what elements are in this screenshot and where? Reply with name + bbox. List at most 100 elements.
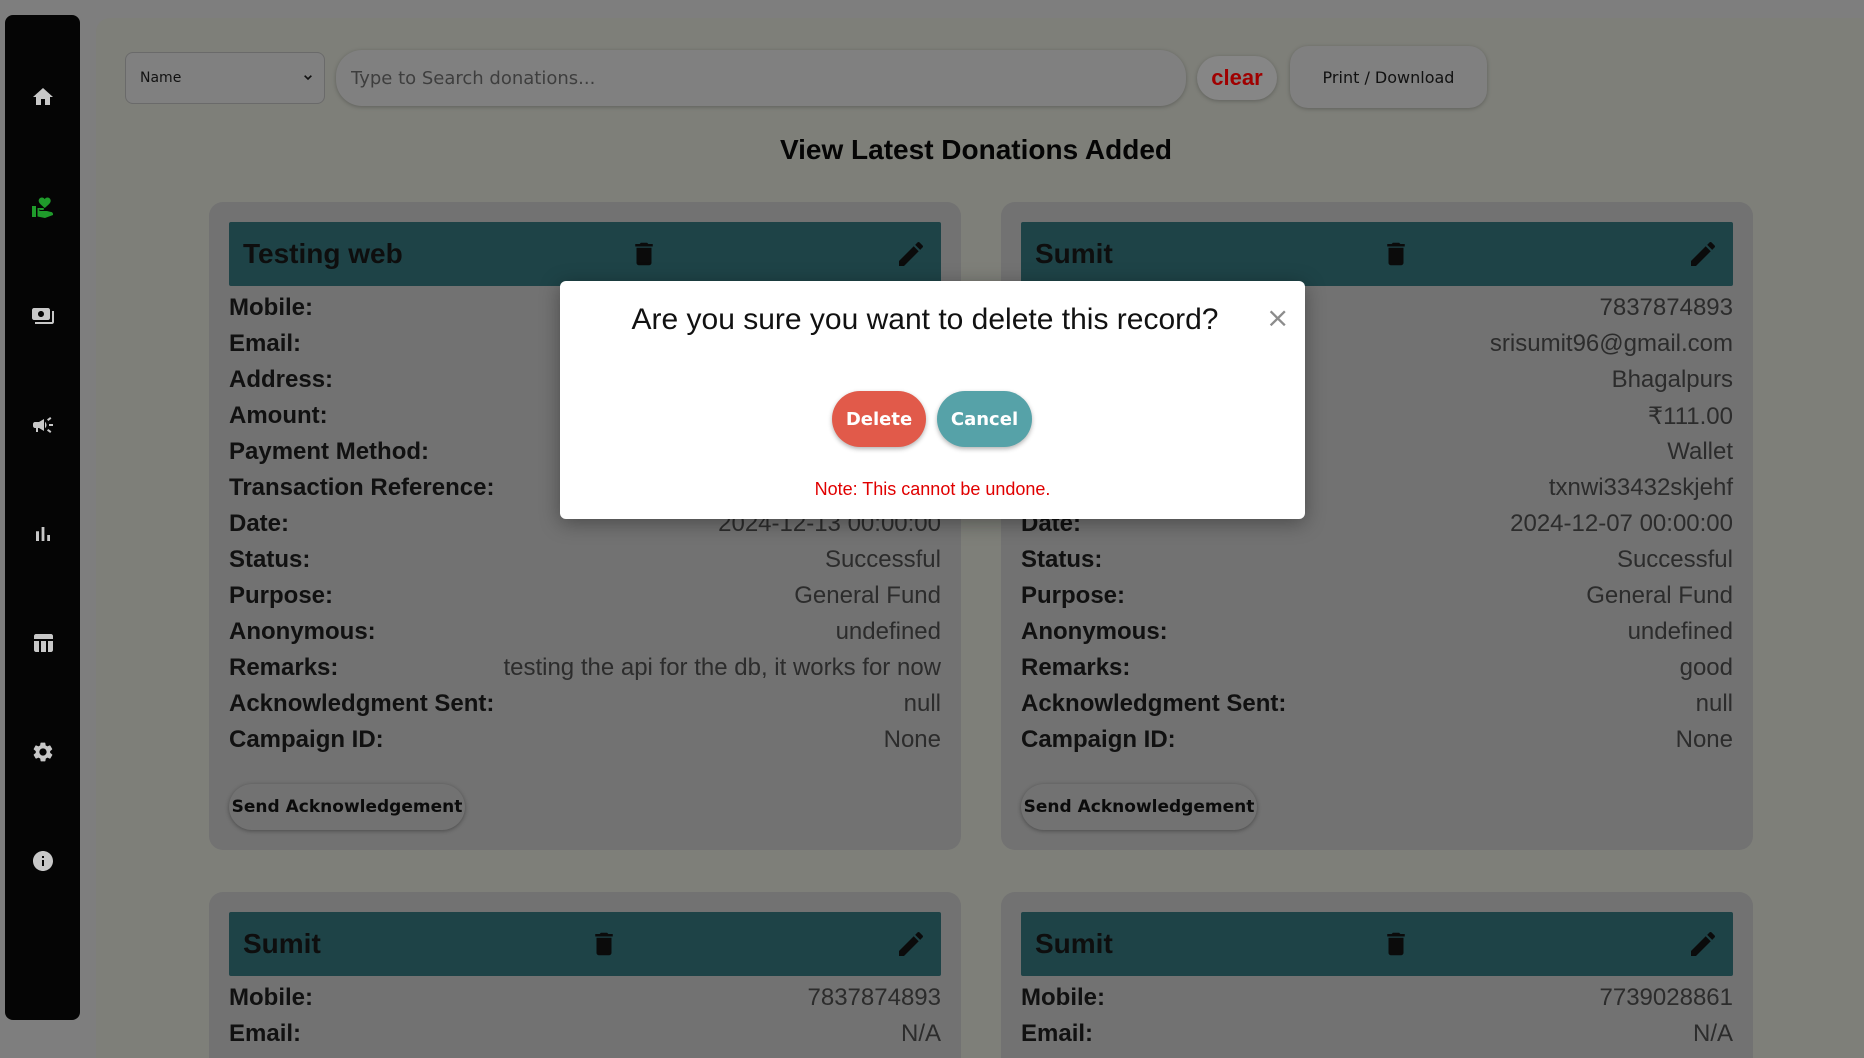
field-label: Status: xyxy=(1021,546,1103,573)
cancel-button[interactable]: Cancel xyxy=(937,391,1032,447)
field-label: Mobile: xyxy=(1021,984,1105,1011)
pencil-icon[interactable] xyxy=(1687,238,1719,270)
card-header: Testing web xyxy=(229,222,941,286)
field-value: undefined xyxy=(1627,618,1733,645)
search-filter-select[interactable]: Name xyxy=(125,52,325,104)
home-icon[interactable] xyxy=(5,77,80,117)
gear-icon[interactable] xyxy=(5,732,80,772)
payments-icon[interactable] xyxy=(5,296,80,336)
field-label: Anonymous: xyxy=(229,618,376,645)
field-value: 2024-12-07 00:00:00 xyxy=(1510,510,1733,537)
field-label: Remarks: xyxy=(1021,654,1131,681)
field-campaign-id: Campaign ID: None xyxy=(1021,722,1733,758)
field-value: ₹111.00 xyxy=(1647,402,1733,430)
field-value: General Fund xyxy=(794,582,941,609)
field-label: Remarks: xyxy=(229,654,339,681)
field-value: good xyxy=(1679,654,1733,681)
chevron-down-icon xyxy=(304,75,312,81)
field-label: Amount: xyxy=(229,402,328,429)
field-label: Campaign ID: xyxy=(229,726,384,753)
field-label: Email: xyxy=(229,330,302,357)
print-download-button[interactable]: Print / Download xyxy=(1290,46,1487,108)
field-value: N/A xyxy=(1692,1020,1733,1047)
delete-confirm-modal: Are you sure you want to delete this rec… xyxy=(560,281,1305,519)
field-value: None xyxy=(1675,726,1733,753)
card-header: Sumit xyxy=(1021,912,1733,976)
field-value: srisumit96@gmail.com xyxy=(1489,330,1733,357)
field-value: 7837874893 xyxy=(807,984,941,1011)
field-label: Email: xyxy=(229,1020,302,1047)
field-value: null xyxy=(903,690,941,717)
pencil-icon[interactable] xyxy=(895,928,927,960)
field-anonymous: Anonymous: undefined xyxy=(1021,614,1733,650)
field-value: 7739028861 xyxy=(1599,984,1733,1011)
field-email: Email: N/A xyxy=(1021,1016,1733,1052)
table-icon[interactable] xyxy=(5,623,80,663)
page-title: View Latest Donations Added xyxy=(779,134,1173,165)
field-purpose: Purpose: General Fund xyxy=(229,578,941,614)
field-value: testing the api for the db, it works for… xyxy=(503,654,941,681)
search-input[interactable] xyxy=(336,50,1186,106)
field-value: General Fund xyxy=(1586,582,1733,609)
field-label: Date: xyxy=(229,510,290,537)
close-icon[interactable]: × xyxy=(1266,301,1289,334)
field-value: Wallet xyxy=(1667,438,1733,465)
field-value: txnwi33432skjehf xyxy=(1548,474,1733,501)
donation-card: Sumit Mobile: 7739028861 Email: N/A xyxy=(1001,892,1753,1058)
field-status: Status: Successful xyxy=(229,542,941,578)
info-icon[interactable] xyxy=(5,841,80,881)
field-label: Anonymous: xyxy=(1021,618,1168,645)
field-remarks: Remarks: good xyxy=(1021,650,1733,686)
clear-button[interactable]: clear xyxy=(1197,56,1277,100)
donor-name: Sumit xyxy=(1035,928,1113,959)
field-value: Bhagalpurs xyxy=(1611,366,1733,393)
field-value: Successful xyxy=(824,546,941,573)
delete-button[interactable]: Delete xyxy=(832,391,926,447)
field-email: Email: N/A xyxy=(229,1016,941,1052)
field-label: Payment Method: xyxy=(229,438,430,465)
donor-name: Testing web xyxy=(243,238,403,269)
field-label: Address: xyxy=(229,366,334,393)
card-header: Sumit xyxy=(229,912,941,976)
campaign-icon[interactable] xyxy=(5,405,80,445)
field-value: undefined xyxy=(835,618,941,645)
modal-title: Are you sure you want to delete this rec… xyxy=(631,303,1219,336)
pencil-icon[interactable] xyxy=(895,238,927,270)
field-anonymous: Anonymous: undefined xyxy=(229,614,941,650)
trash-icon[interactable] xyxy=(1381,928,1411,960)
send-acknowledgement-button[interactable]: Send Acknowledgement xyxy=(1021,784,1257,830)
field-ack-sent: Acknowledgment Sent: null xyxy=(229,686,941,722)
trash-icon[interactable] xyxy=(629,238,659,270)
search-filter-value: Name xyxy=(140,70,182,86)
field-purpose: Purpose: General Fund xyxy=(1021,578,1733,614)
card-header: Sumit xyxy=(1021,222,1733,286)
field-value: N/A xyxy=(900,1020,941,1047)
donor-name: Sumit xyxy=(1035,238,1113,269)
bar-chart-icon[interactable] xyxy=(5,514,80,554)
field-label: Transaction Reference: xyxy=(229,474,495,501)
donor-name: Sumit xyxy=(243,928,321,959)
send-acknowledgement-button[interactable]: Send Acknowledgement xyxy=(229,784,465,830)
field-label: Campaign ID: xyxy=(1021,726,1176,753)
field-label: Mobile: xyxy=(229,984,313,1011)
field-value: Successful xyxy=(1616,546,1733,573)
donate-icon[interactable] xyxy=(5,187,80,227)
field-value: null xyxy=(1695,690,1733,717)
field-mobile: Mobile: 7837874893 xyxy=(229,980,941,1016)
donation-card: Sumit Mobile: 7837874893 Email: N/A xyxy=(209,892,961,1058)
field-status: Status: Successful xyxy=(1021,542,1733,578)
field-mobile: Mobile: 7739028861 xyxy=(1021,980,1733,1016)
field-remarks: Remarks: testing the api for the db, it w… xyxy=(229,650,941,686)
field-ack-sent: Acknowledgment Sent: null xyxy=(1021,686,1733,722)
field-label: Acknowledgment Sent: xyxy=(1021,690,1287,717)
field-label: Mobile: xyxy=(229,294,313,321)
pencil-icon[interactable] xyxy=(1687,928,1719,960)
trash-icon[interactable] xyxy=(1381,238,1411,270)
field-value: None xyxy=(883,726,941,753)
field-label: Acknowledgment Sent: xyxy=(229,690,495,717)
field-label: Purpose: xyxy=(229,582,334,609)
field-label: Purpose: xyxy=(1021,582,1126,609)
warning-note: Note: This cannot be undone. xyxy=(814,479,1051,499)
field-value: 7837874893 xyxy=(1599,294,1733,321)
trash-icon[interactable] xyxy=(589,928,619,960)
